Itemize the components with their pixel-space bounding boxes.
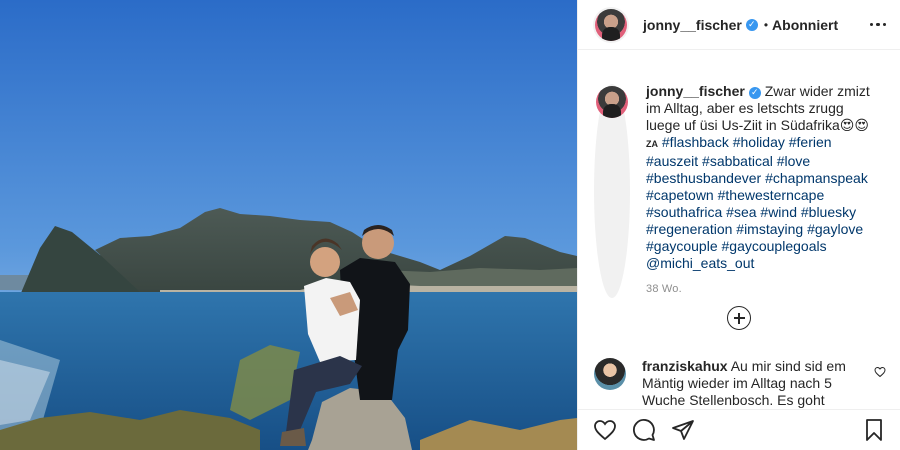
paper-plane-icon[interactable] [671,418,695,442]
caption-avatar-ring[interactable] [594,84,630,298]
verified-badge-icon: ✓ [745,18,758,31]
avatar[interactable] [596,86,628,118]
post-actions-bar [578,409,900,450]
caption-emoji: 😍😍 [839,117,869,133]
more-options-icon[interactable] [869,19,886,31]
post-modal: jonny__fischer ✓ • Abonniert jonny__fisc… [0,0,900,450]
more-dot [882,22,886,27]
post-caption: jonny__fischer ✓ Zwar wider zmizt im Allt… [578,50,900,298]
caption-author[interactable]: jonny__fischer [646,83,745,99]
follow-state-button[interactable]: Abonniert [772,17,838,33]
post-header: jonny__fischer ✓ • Abonniert [578,0,900,50]
photo-scene [0,0,577,450]
commenter-avatar[interactable] [594,358,626,390]
bookmark-icon[interactable] [862,418,886,442]
heart-icon[interactable] [593,418,617,442]
separator-dot: • [763,17,769,32]
avatar[interactable] [595,8,627,41]
comment-icon[interactable] [632,418,656,442]
post-time[interactable]: 38 Wo. [646,281,871,298]
plus-circle-icon[interactable] [727,306,751,330]
post-side-panel: jonny__fischer ✓ • Abonniert jonny__fisc… [577,0,900,450]
flag-icon: ZA [646,139,658,149]
more-dot [869,22,873,27]
small-heart-icon[interactable] [874,366,886,378]
author-username[interactable]: jonny__fischer [643,17,742,33]
post-photo[interactable] [0,0,577,450]
commenter-username[interactable]: franziskahux [642,358,728,374]
author-avatar-ring[interactable] [593,6,629,43]
verified-badge-icon: ✓ [748,86,761,99]
more-dot [876,22,880,27]
caption-body: jonny__fischer ✓ Zwar wider zmizt im Allt… [646,83,871,298]
caption-hashtags[interactable]: #flashback #holiday #ferien #auszeit #sa… [646,134,868,271]
